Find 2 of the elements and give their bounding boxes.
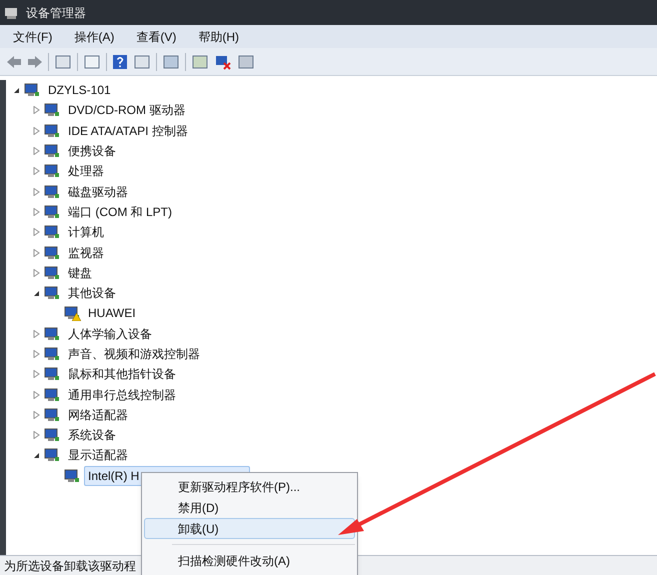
status-text: 为所选设备卸载该驱动程 xyxy=(4,558,136,574)
window-title: 设备管理器 xyxy=(26,4,86,22)
